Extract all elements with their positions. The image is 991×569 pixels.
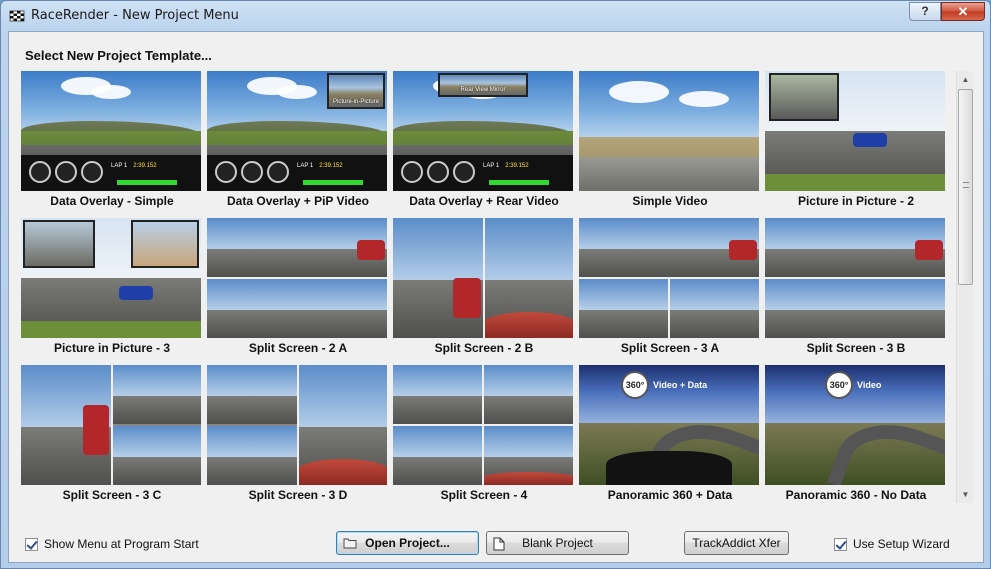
data-overlay-gauges: LAP 1 2:39.152 [21, 155, 201, 191]
template-tile-split-2b[interactable]: Split Screen - 2 B [393, 218, 575, 355]
template-caption: Data Overlay + Rear Video [409, 194, 559, 208]
scroll-up-arrow-icon[interactable]: ▲ [957, 71, 974, 88]
template-caption: Split Screen - 3 D [248, 488, 348, 502]
template-tile-simple-video[interactable]: Simple Video [579, 71, 761, 208]
360-badge-icon: 360° [825, 371, 853, 399]
blank-project-label: Blank Project [522, 536, 593, 550]
template-tile-split-4[interactable]: Split Screen - 4 [393, 365, 575, 502]
open-project-label: Open Project... [365, 536, 450, 550]
360-badge-text: Video [857, 380, 882, 390]
template-tile-split-3d[interactable]: Split Screen - 3 D [207, 365, 389, 502]
vertical-scrollbar[interactable]: ▲ ▼ [956, 71, 973, 503]
page-title: Select New Project Template... [25, 48, 212, 63]
close-button[interactable]: ✕ [941, 2, 985, 21]
template-thumbnail[interactable] [207, 365, 387, 485]
title-bar[interactable]: RaceRender - New Project Menu ? ✕ [1, 1, 990, 31]
trackaddict-xfer-label: TrackAddict Xfer [692, 536, 781, 550]
template-caption: Simple Video [632, 194, 708, 208]
360-badge-icon: 360° [621, 371, 649, 399]
template-thumbnail[interactable]: LAP 1 2:39.152 Picture-in-Picture [207, 71, 387, 191]
use-setup-wizard-checkbox[interactable]: Use Setup Wizard [834, 536, 950, 552]
template-thumbnail[interactable] [393, 365, 573, 485]
show-menu-checkbox[interactable]: Show Menu at Program Start [25, 536, 199, 552]
template-tile-split-3b[interactable]: Split Screen - 3 B [765, 218, 947, 355]
checkbox-checked-icon[interactable] [834, 537, 847, 551]
template-caption: Split Screen - 3 B [806, 341, 906, 355]
template-thumbnail[interactable] [579, 71, 759, 191]
open-project-button[interactable]: Open Project... [336, 531, 479, 555]
scroll-thumb[interactable] [958, 89, 973, 285]
data-overlay-gauges: LAP 1 2:39.152 [207, 155, 387, 191]
template-thumbnail[interactable] [21, 218, 201, 338]
360-badge-text: Video + Data [653, 380, 708, 390]
template-thumbnail[interactable]: 360° Video + Data [579, 365, 759, 485]
template-grid: LAP 1 2:39.152 Data Overlay - Simple LAP 12… [21, 71, 957, 503]
template-thumbnail[interactable]: LAP 1 2:39.152 [21, 71, 201, 191]
blank-page-icon [493, 537, 505, 551]
folder-icon [343, 538, 357, 549]
template-tile-pano-nodata[interactable]: 360° Video Panoramic 360 - No Data [765, 365, 947, 502]
template-thumbnail[interactable]: 360° Video [765, 365, 945, 485]
template-caption: Split Screen - 3 C [62, 488, 162, 502]
template-tile-pano-data[interactable]: 360° Video + Data Panoramic 360 + Data [579, 365, 761, 502]
help-button[interactable]: ? [909, 2, 941, 21]
template-caption: Split Screen - 2 A [248, 341, 348, 355]
pip-inset: Picture-in-Picture [327, 73, 385, 109]
template-tile-split-2a[interactable]: Split Screen - 2 A [207, 218, 389, 355]
use-setup-wizard-label: Use Setup Wizard [853, 537, 950, 551]
show-menu-label: Show Menu at Program Start [44, 537, 199, 551]
template-thumbnail[interactable] [765, 218, 945, 338]
template-tile-split-3c[interactable]: Split Screen - 3 C [21, 365, 203, 502]
template-caption: Panoramic 360 + Data [607, 488, 733, 502]
blank-project-button[interactable]: Blank Project [486, 531, 629, 555]
template-caption: Split Screen - 2 B [434, 341, 534, 355]
template-thumbnail[interactable] [207, 218, 387, 338]
grip-icon [963, 182, 969, 188]
template-caption: Data Overlay - Simple [50, 194, 174, 208]
template-caption: Split Screen - 3 A [620, 341, 720, 355]
template-thumbnail[interactable]: LAP 1 2:39.152 Rear View Mirror [393, 71, 573, 191]
rear-view-inset: Rear View Mirror [438, 73, 528, 97]
template-tile-pip-2[interactable]: Picture in Picture - 2 [765, 71, 947, 208]
lap-readout: LAP 1 2:39.152 [111, 163, 157, 169]
template-caption: Picture in Picture - 3 [53, 341, 171, 355]
template-caption: Data Overlay + PiP Video [227, 194, 369, 208]
template-tile-data-overlay-pip[interactable]: LAP 1 2:39.152 Picture-in-Picture Data Over… [207, 71, 389, 208]
trackaddict-xfer-button[interactable]: TrackAddict Xfer [684, 531, 789, 555]
template-tile-data-overlay[interactable]: LAP 1 2:39.152 Data Overlay - Simple [21, 71, 203, 208]
checkered-flag-icon [9, 10, 25, 22]
template-tile-data-overlay-rear[interactable]: LAP 1 2:39.152 Rear View Mirror Data Overla… [393, 71, 575, 208]
template-caption: Picture in Picture - 2 [797, 194, 915, 208]
template-caption: Panoramic 360 - No Data [785, 488, 927, 502]
template-tile-pip-3[interactable]: Picture in Picture - 3 [21, 218, 203, 355]
checkbox-checked-icon[interactable] [25, 537, 38, 551]
lap-readout: LAP 1 2:39.152 [483, 163, 529, 169]
new-project-window: RaceRender - New Project Menu ? ✕ Select… [0, 0, 991, 569]
template-thumbnail[interactable] [579, 218, 759, 338]
template-thumbnail[interactable] [393, 218, 573, 338]
template-thumbnail[interactable] [765, 71, 945, 191]
window-title: RaceRender - New Project Menu [31, 8, 239, 23]
data-overlay-gauges: LAP 1 2:39.152 [393, 155, 573, 191]
template-tile-split-3a[interactable]: Split Screen - 3 A [579, 218, 761, 355]
template-caption: Split Screen - 4 [440, 488, 528, 502]
template-thumbnail[interactable] [21, 365, 201, 485]
lap-readout: LAP 1 2:39.152 [297, 163, 343, 169]
dialog-client-area: Select New Project Template... LAP 1 2:39… [8, 31, 984, 563]
scroll-down-arrow-icon[interactable]: ▼ [957, 486, 974, 503]
